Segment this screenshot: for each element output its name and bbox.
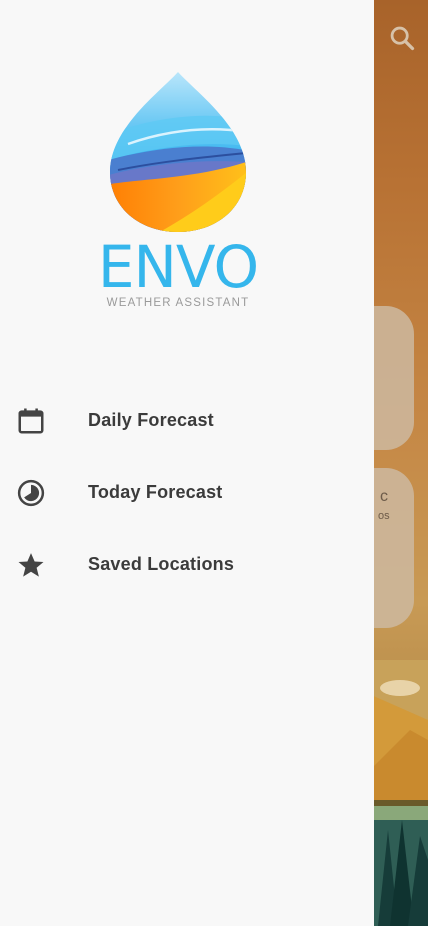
app-name: ENVO [97,233,259,301]
app-tagline: WEATHER ASSISTANT [106,297,250,309]
drawer-item-label: Daily Forecast [88,410,214,430]
screen: c os ENVO WEATHER ASSISTANT Daily Foreca… [0,0,428,926]
background-card-degree: c [380,488,388,505]
background-card-unit: os [378,510,390,522]
app-logo: ENVO WEATHER ASSISTANT [88,68,268,318]
navigation-drawer: ENVO WEATHER ASSISTANT Daily Forecast To… [0,0,374,926]
clock-pie-icon [17,479,45,507]
calendar-icon [18,408,44,434]
search-icon[interactable] [388,24,416,52]
drawer-item-saved-locations[interactable]: Saved Locations [0,534,374,594]
drawer-item-label: Saved Locations [88,554,235,574]
drawer-item-label: Today Forecast [88,482,223,502]
drawer-item-today-forecast[interactable]: Today Forecast [0,462,374,522]
drawer-item-daily-forecast[interactable]: Daily Forecast [0,390,374,450]
water-drop-logo-icon [110,72,246,232]
star-icon [18,553,44,577]
